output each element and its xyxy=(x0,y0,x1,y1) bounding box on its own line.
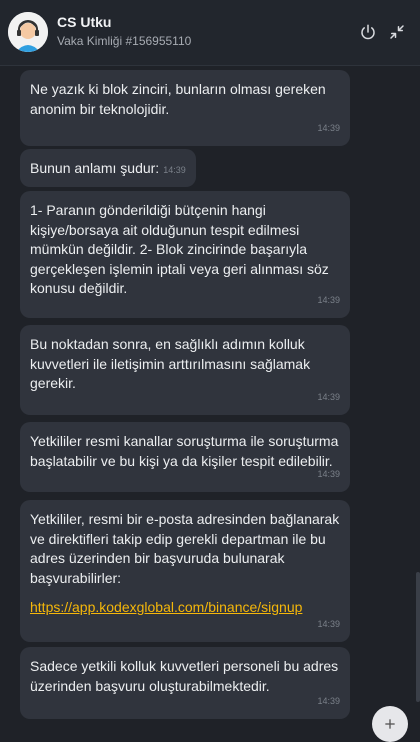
chat-header: CS Utku Vaka Kimliği #156955110 xyxy=(0,0,420,66)
message-text: 1- Paranın gönderildiği bütçenin hangi k… xyxy=(30,202,329,296)
chat-title: CS Utku xyxy=(57,14,112,30)
message-time: 14:39 xyxy=(317,695,340,706)
message-time: 14:39 xyxy=(317,391,340,402)
message-text: Ne yazık ki blok zinciri, bunların olmas… xyxy=(30,81,326,117)
message-bubble: Ne yazık ki blok zinciri, bunların olmas… xyxy=(20,70,350,146)
message-text: Yetkililer resmi kanallar soruşturma ile… xyxy=(30,433,339,469)
message-text: Bu noktadan sonra, en sağlıklı adımın ko… xyxy=(30,336,311,391)
message-bubble: Yetkililer resmi kanallar soruşturma ile… xyxy=(20,422,350,492)
message-bubble: Sadece yetkili kolluk kuvvetleri persone… xyxy=(20,647,350,719)
power-icon xyxy=(361,24,375,40)
message-bubble: Yetkililer, resmi bir e-posta adresinden… xyxy=(20,500,350,642)
add-icon xyxy=(385,719,395,729)
case-id: Vaka Kimliği #156955110 xyxy=(57,34,192,48)
message-time: 14:39 xyxy=(317,122,340,133)
message-text-span: Bunun anlamı şudur: xyxy=(30,160,160,176)
message-list[interactable]: Ne yazık ki blok zinciri, bunların olmas… xyxy=(0,66,420,724)
end-chat-button[interactable] xyxy=(356,20,380,44)
message-text: Sadece yetkili kolluk kuvvetleri persone… xyxy=(30,658,339,694)
message-bubble: Bunun anlamı şudur: 14:39 xyxy=(20,149,196,187)
message-text: Bunun anlamı şudur: 14:39 xyxy=(30,159,186,181)
support-agent-avatar-icon xyxy=(8,12,48,52)
message-time: 14:39 xyxy=(317,294,340,305)
message-bubble: Bu noktadan sonra, en sağlıklı adımın ko… xyxy=(20,325,350,415)
message-time: 14:39 xyxy=(317,618,340,629)
message-text: Yetkililer, resmi bir e-posta adresinden… xyxy=(30,511,340,586)
minimize-icon xyxy=(390,25,404,39)
minimize-button[interactable] xyxy=(385,20,409,44)
add-button[interactable] xyxy=(372,706,408,742)
scrollbar[interactable] xyxy=(416,572,420,702)
message-time: 14:39 xyxy=(317,468,340,479)
message-time: 14:39 xyxy=(163,165,186,175)
message-bubble: 1- Paranın gönderildiği bütçenin hangi k… xyxy=(20,191,350,318)
agent-avatar xyxy=(8,12,48,52)
message-link[interactable]: https://app.kodexglobal.com/binance/sign… xyxy=(30,599,302,615)
